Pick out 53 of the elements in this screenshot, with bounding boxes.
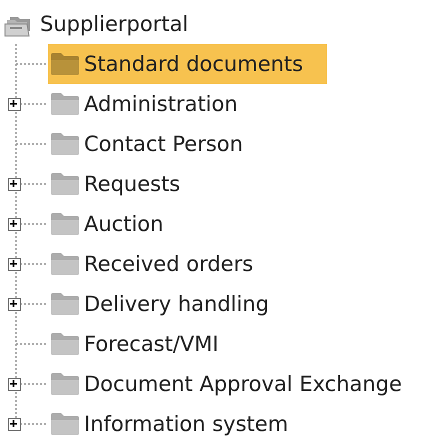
- tree-item[interactable]: Administration: [48, 84, 262, 124]
- tree-connector-line: [14, 44, 48, 84]
- plus-icon: [9, 99, 18, 108]
- folder-icon: [50, 212, 80, 236]
- tree-connector-line: [14, 84, 48, 124]
- tree-connector-line: [14, 324, 48, 364]
- tree-item-label: Document Approval Exchange: [84, 374, 402, 394]
- folder-icon: [50, 332, 80, 356]
- tree-item-label: Information system: [84, 414, 288, 434]
- tree-item-label: Forecast/VMI: [84, 334, 219, 354]
- tree-item[interactable]: Requests: [48, 164, 204, 204]
- tree-item-label: Contact Person: [84, 134, 243, 154]
- tree-item-label: Administration: [84, 94, 238, 114]
- tree-item[interactable]: Delivery handling: [48, 284, 293, 324]
- folder-icon: [50, 132, 80, 156]
- expand-button[interactable]: [8, 98, 21, 111]
- folder-icon: [50, 92, 80, 116]
- expand-button[interactable]: [8, 418, 21, 431]
- folder-icon: [50, 372, 80, 396]
- tree-item[interactable]: Forecast/VMI: [48, 324, 243, 364]
- tree-connector-line: [14, 124, 48, 164]
- folder-icon: [50, 252, 80, 276]
- folder-icon: [50, 412, 80, 436]
- tree-item-label: Delivery handling: [84, 294, 269, 314]
- plus-icon: [9, 419, 18, 428]
- tree-connector-line: [14, 164, 48, 204]
- tree-connector-line: [14, 244, 48, 284]
- expand-button[interactable]: [8, 218, 21, 231]
- tree-item[interactable]: Contact Person: [48, 124, 267, 164]
- expand-button[interactable]: [8, 258, 21, 271]
- plus-icon: [9, 179, 18, 188]
- tree-item-label: Received orders: [84, 254, 254, 274]
- plus-icon: [9, 299, 18, 308]
- tree-item[interactable]: Information system: [48, 404, 312, 440]
- tree-connector-line: [14, 284, 48, 324]
- tree-item[interactable]: Standard documents: [48, 44, 328, 84]
- plus-icon: [9, 379, 18, 388]
- folder-icon: [50, 172, 80, 196]
- expand-button[interactable]: [8, 298, 21, 311]
- tree-root-label[interactable]: Supplierportal: [40, 14, 188, 34]
- plus-icon: [9, 219, 18, 228]
- expand-button[interactable]: [8, 178, 21, 191]
- tree-connector-line: [14, 204, 48, 244]
- tree-item[interactable]: Auction: [48, 204, 188, 244]
- tree-item-label: Auction: [84, 214, 164, 234]
- tree-item[interactable]: Document Approval Exchange: [48, 364, 426, 404]
- tree-item[interactable]: Received orders: [48, 244, 278, 284]
- tree-item-label: Standard documents: [84, 54, 304, 74]
- folder-icon: [50, 292, 80, 316]
- expand-button[interactable]: [8, 378, 21, 391]
- folder-icon: [50, 52, 80, 76]
- tree-item-label: Requests: [84, 174, 180, 194]
- plus-icon: [9, 259, 18, 268]
